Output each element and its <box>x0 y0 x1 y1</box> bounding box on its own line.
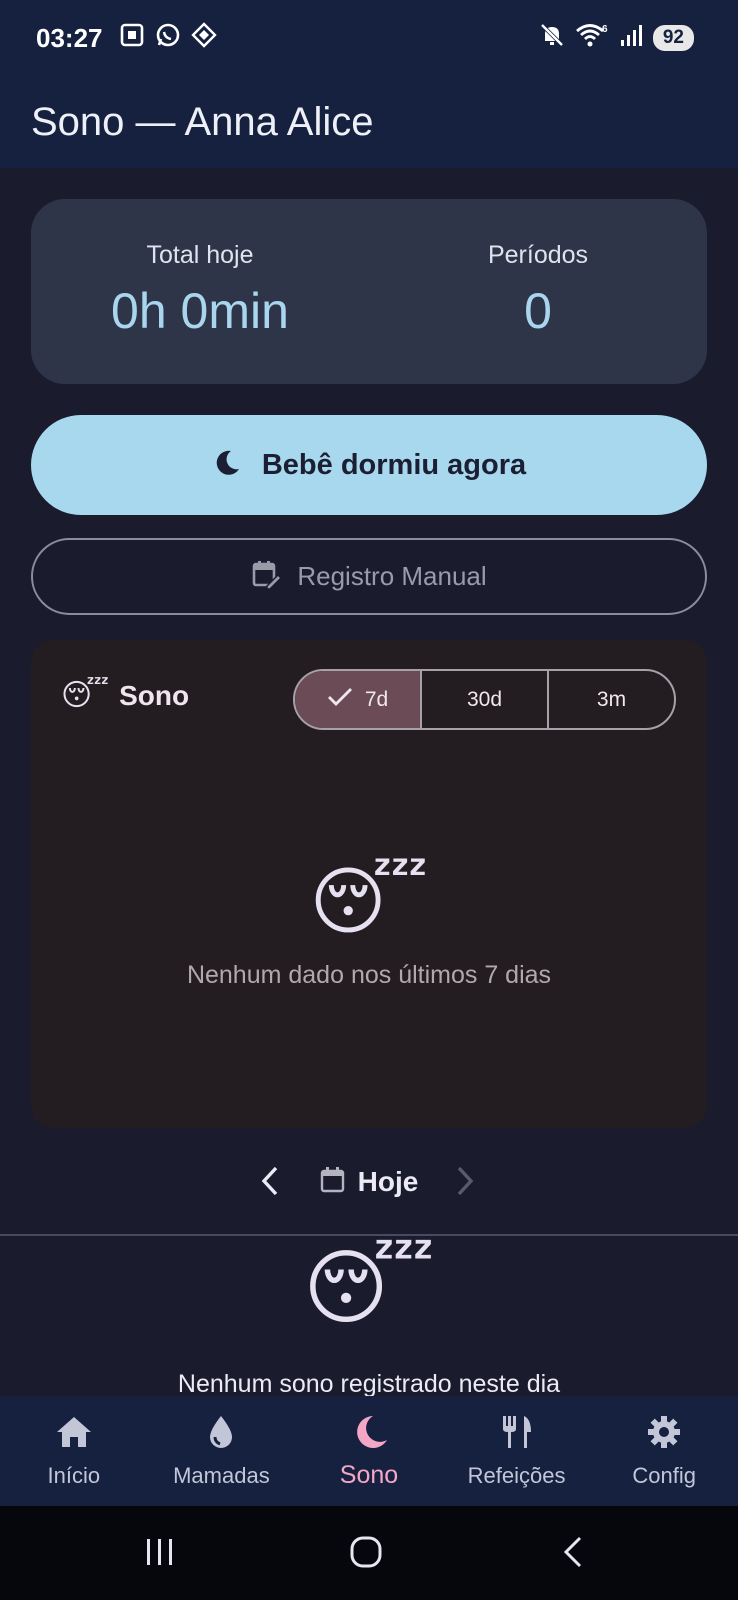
chart-empty-state: 😴 Nenhum dado nos últimos 7 dias <box>31 865 707 990</box>
range-3m-segment[interactable]: 3m <box>549 671 674 728</box>
total-today-label: Total hoje <box>146 241 254 269</box>
whatsapp-icon <box>155 22 181 55</box>
battery-indicator: 92 <box>652 25 694 51</box>
periods-block: Períodos 0 <box>369 199 707 384</box>
range-30d-label: 30d <box>466 687 503 711</box>
drop-icon <box>202 1414 240 1455</box>
mute-icon <box>539 22 565 55</box>
total-today-value: 0h 0min <box>111 283 289 339</box>
range-3m-label: 3m <box>596 687 627 711</box>
nav-item-sono[interactable]: Sono <box>295 1396 443 1506</box>
baby-slept-now-label: Bebê dormiu agora <box>261 448 527 481</box>
nav-item-inicio[interactable]: Início <box>0 1396 148 1506</box>
back-button[interactable] <box>560 1536 586 1573</box>
previous-day-button[interactable] <box>258 1164 282 1203</box>
day-empty-text: Nenhum sono registrado neste dia <box>177 1370 561 1398</box>
bottom-navigation: Início Mamadas Sono Refeições Config <box>0 1396 738 1506</box>
home-button[interactable] <box>349 1536 383 1573</box>
summary-card: Total hoje 0h 0min Períodos 0 <box>31 199 707 384</box>
recent-apps-button[interactable] <box>144 1536 176 1573</box>
home-icon <box>55 1414 93 1455</box>
calendar-edit-icon <box>251 559 283 594</box>
total-today-block: Total hoje 0h 0min <box>31 199 369 384</box>
manual-entry-button[interactable]: Registro Manual <box>31 538 707 615</box>
date-display[interactable]: Hoje <box>320 1166 419 1199</box>
sleep-chart-card: 😴 Sono 7d 30d 3m 😴 Nenhum dado nos últim… <box>31 640 707 1128</box>
baby-slept-now-button[interactable]: Bebê dormiu agora <box>31 415 707 515</box>
periods-value: 0 <box>524 283 552 339</box>
range-7d-segment[interactable]: 7d <box>295 671 422 728</box>
chart-empty-text: Nenhum dado nos últimos 7 dias <box>186 961 552 989</box>
moon-icon <box>349 1414 389 1457</box>
range-selector: 7d 30d 3m <box>293 669 676 730</box>
nav-label-mamadas: Mamadas <box>173 1463 270 1488</box>
periods-label: Períodos <box>487 241 589 269</box>
date-navigator: Hoje <box>0 1162 738 1202</box>
day-empty-state: 😴 Nenhum sono registrado neste dia <box>0 1248 738 1399</box>
system-navigation-bar <box>0 1506 738 1600</box>
wifi-icon: 6 <box>575 22 609 55</box>
status-bar: 03:27 6 92 <box>0 0 738 76</box>
chart-title: Sono <box>119 680 190 711</box>
sleeping-face-icon: 😴 <box>61 679 110 712</box>
page-title: Sono — Anna Alice <box>31 99 374 144</box>
status-right: 6 92 <box>539 22 694 55</box>
date-label: Hoje <box>357 1166 419 1197</box>
nav-label-sono: Sono <box>339 1461 399 1489</box>
nav-label-config: Config <box>632 1463 696 1488</box>
nav-item-refeicoes[interactable]: Refeições <box>443 1396 591 1506</box>
calendar-icon <box>320 1166 346 1199</box>
nav-label-refeicoes: Refeições <box>467 1463 566 1488</box>
nav-label-inicio: Início <box>47 1463 101 1488</box>
check-icon <box>327 686 353 714</box>
status-time: 03:27 <box>36 22 103 53</box>
screenshot-icon <box>119 22 145 55</box>
status-left: 03:27 <box>36 21 217 55</box>
sleeping-face-icon: 😴 <box>303 1243 435 1334</box>
range-30d-segment[interactable]: 30d <box>422 671 549 728</box>
app-bar: Sono — Anna Alice <box>0 76 738 168</box>
divider <box>0 1234 738 1236</box>
fork-knife-icon <box>498 1414 536 1455</box>
chart-header: 😴 Sono <box>61 680 189 712</box>
svg-text:6: 6 <box>602 24 608 35</box>
next-day-button[interactable] <box>453 1164 477 1203</box>
moon-icon <box>212 448 242 483</box>
sleeping-face-icon: 😴 <box>309 860 429 943</box>
gear-icon <box>645 1414 683 1455</box>
nav-item-config[interactable]: Config <box>590 1396 738 1506</box>
nav-item-mamadas[interactable]: Mamadas <box>148 1396 296 1506</box>
app-notification-icon <box>190 21 217 55</box>
range-7d-label: 7d <box>364 687 389 711</box>
signal-icon <box>619 22 643 55</box>
manual-entry-label: Registro Manual <box>297 561 487 591</box>
